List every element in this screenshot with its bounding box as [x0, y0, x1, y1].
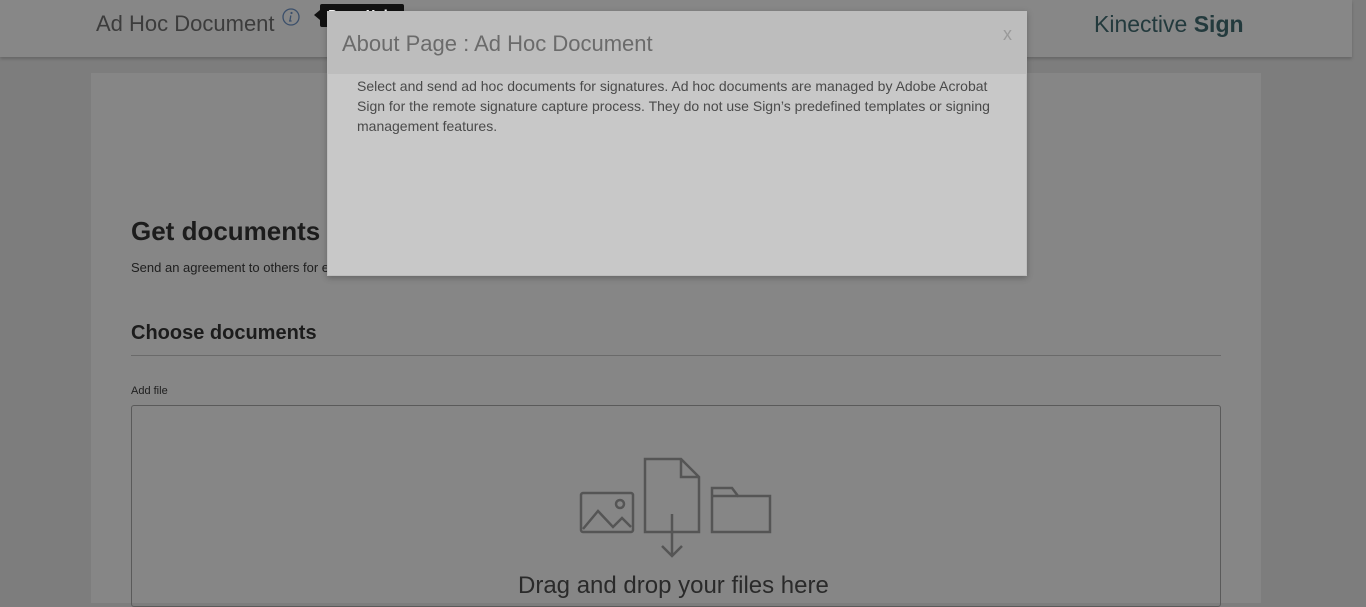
folder-icon: [710, 486, 772, 534]
modal-title: About Page : Ad Hoc Document: [342, 31, 653, 56]
info-icon[interactable]: [282, 8, 300, 26]
brand-sign: Sign: [1193, 11, 1244, 37]
about-page-modal: About Page : Ad Hoc Document x Select an…: [327, 11, 1027, 276]
section-divider: [131, 355, 1221, 356]
add-file-label: Add file: [131, 385, 168, 397]
image-file-icon: [579, 491, 635, 534]
page-title: Ad Hoc Document: [96, 11, 275, 36]
section-heading: Choose documents: [131, 322, 317, 344]
brand-name: Kinective: [1094, 11, 1194, 37]
drop-files-illustration: [579, 457, 772, 558]
modal-close-button[interactable]: x: [1003, 24, 1012, 45]
drop-files-text: Drag and drop your files here: [518, 572, 829, 599]
document-download-icon: [643, 457, 701, 558]
modal-body-text: Select and send ad hoc documents for sig…: [357, 78, 990, 134]
brand-logo: Kinective Sign: [1094, 11, 1244, 38]
